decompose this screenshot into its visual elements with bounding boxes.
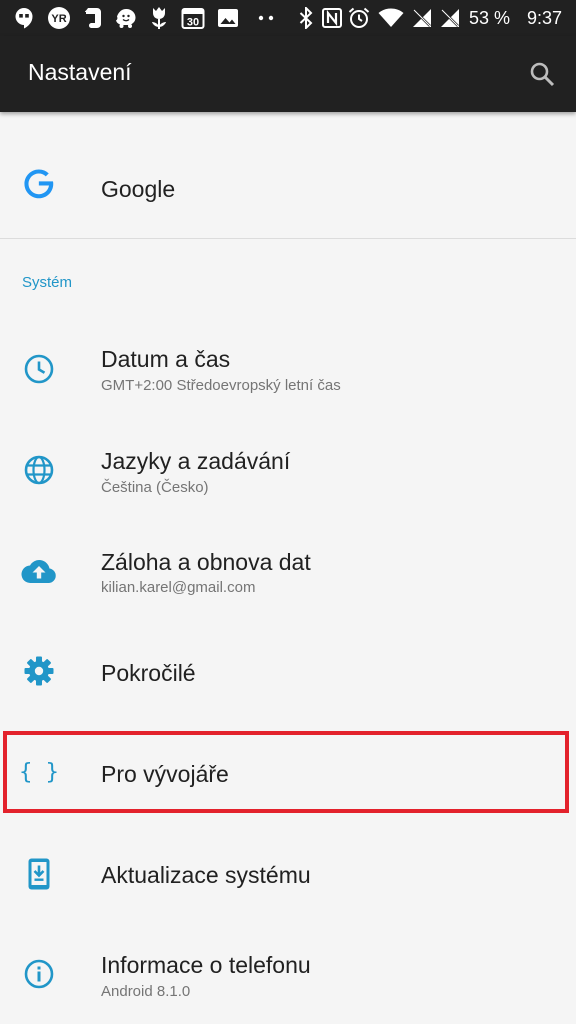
- clock-time: 9:37: [527, 8, 563, 28]
- system-update-icon: [20, 855, 58, 893]
- settings-item-label: Pro vývojáře: [101, 761, 229, 787]
- divider: [0, 238, 576, 239]
- status-bar: YR 30 53 % 9:37: [0, 0, 576, 36]
- settings-item-subtitle: Čeština (Česko): [101, 479, 209, 496]
- alarm-icon: [347, 0, 371, 36]
- settings-item-label: Datum a čas: [101, 346, 231, 372]
- svg-text:YR: YR: [51, 13, 66, 25]
- settings-item-label: Informace o telefonu: [101, 952, 311, 978]
- no-sim-icon: [438, 0, 462, 36]
- more-dots-icon: [256, 0, 276, 36]
- tulip-icon: [147, 0, 171, 36]
- settings-item-label: Jazyky a zadávání: [101, 448, 291, 474]
- calendar-icon: 30: [180, 0, 206, 36]
- hangouts-icon: [12, 0, 36, 36]
- settings-item-date-time[interactable]: Datum a čas GMT+2:00 Středoevropský letn…: [0, 318, 576, 418]
- google-icon: [20, 165, 58, 203]
- cloud-upload-icon: [20, 552, 58, 590]
- calendar-day: 30: [187, 17, 199, 29]
- battery-percent: 53 %: [469, 8, 511, 28]
- page-title: Nastavení: [28, 59, 132, 85]
- yr-icon: YR: [46, 0, 72, 36]
- bluetooth-icon: [297, 0, 315, 36]
- settings-item-subtitle: Android 8.1.0: [101, 983, 191, 1000]
- settings-item-subtitle: GMT+2:00 Středoevropský letní čas: [101, 377, 341, 394]
- info-icon: [20, 955, 58, 993]
- settings-item-developer-options[interactable]: { } Pro vývojáře: [0, 722, 576, 822]
- settings-item-label: Záloha a obnova dat: [101, 549, 311, 575]
- section-header-system: Systém: [22, 274, 73, 291]
- gallery-icon: [216, 0, 240, 36]
- settings-item-backup[interactable]: Záloha a obnova dat kilian.karel@gmail.c…: [0, 520, 576, 620]
- waze-icon: [113, 0, 139, 36]
- settings-item-label: Aktualizace systému: [101, 862, 311, 888]
- settings-item-label: Google: [101, 176, 176, 202]
- settings-item-google[interactable]: Google: [0, 130, 576, 238]
- app-toolbar: Nastavení: [0, 36, 576, 112]
- settings-item-system-update[interactable]: Aktualizace systému: [0, 823, 576, 923]
- settings-item-subtitle: kilian.karel@gmail.com: [101, 579, 256, 596]
- settings-item-advanced[interactable]: Pokročilé: [0, 621, 576, 721]
- settings-item-about-phone[interactable]: Informace o telefonu Android 8.1.0: [0, 924, 576, 1024]
- settings-item-languages[interactable]: Jazyky a zadávání Čeština (Česko): [0, 419, 576, 519]
- nfc-icon: [321, 0, 343, 36]
- globe-icon: [20, 451, 58, 489]
- search-icon[interactable]: [524, 56, 560, 92]
- settings-item-label: Pokročilé: [101, 660, 196, 686]
- battery-icon: [514, 0, 522, 36]
- gear-icon: [20, 652, 58, 690]
- clock-icon: [20, 350, 58, 388]
- evernote-icon: [82, 0, 104, 36]
- wifi-icon: [377, 0, 405, 36]
- no-sim-icon: [410, 0, 434, 36]
- braces-icon: { }: [19, 759, 59, 785]
